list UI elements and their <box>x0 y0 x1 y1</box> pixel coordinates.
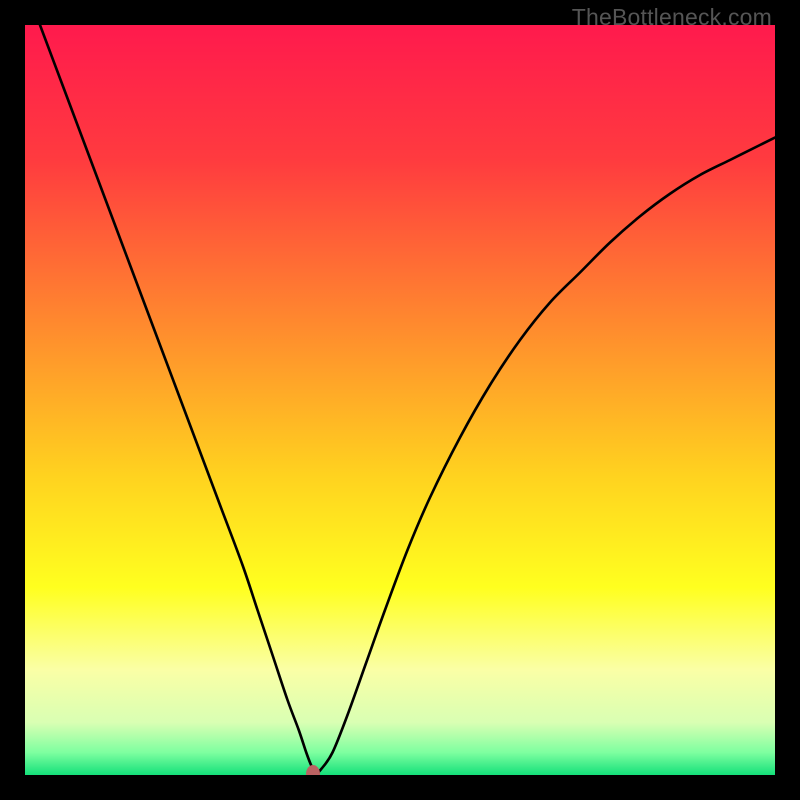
bottleneck-curve <box>40 25 775 773</box>
min-marker <box>306 765 320 776</box>
watermark-text: TheBottleneck.com <box>572 4 772 31</box>
chart-frame: TheBottleneck.com <box>0 0 800 800</box>
plot-area <box>25 25 775 775</box>
curve-layer <box>25 25 775 775</box>
